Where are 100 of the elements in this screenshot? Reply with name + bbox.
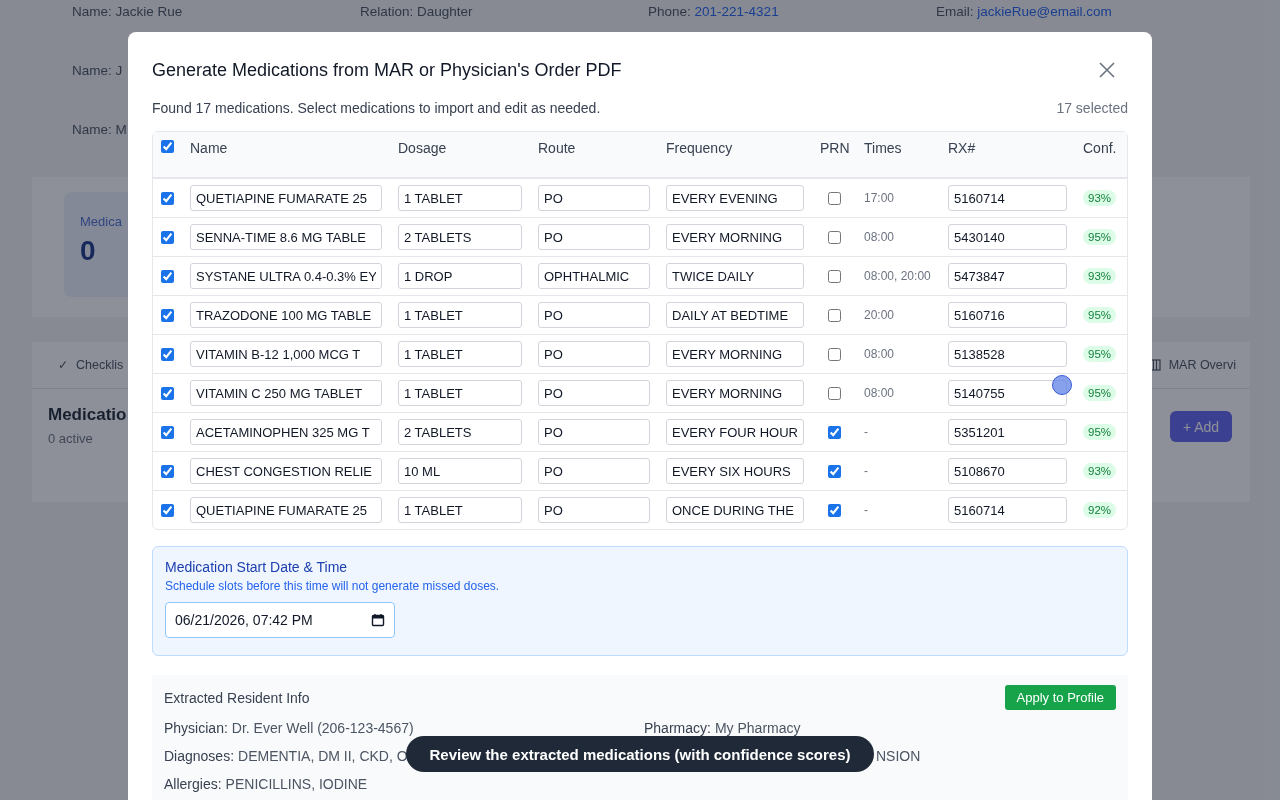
date-time-field[interactable]: 06/21/2026, 07:42 PM bbox=[165, 602, 395, 638]
toast-message: Review the extracted medications (with confidence scores) bbox=[406, 736, 874, 772]
dosage-field[interactable]: 10 ML bbox=[398, 458, 522, 484]
route-field[interactable]: PO bbox=[538, 497, 650, 523]
row-checkbox[interactable] bbox=[161, 308, 174, 322]
column-header: RX# bbox=[947, 140, 977, 156]
name-field[interactable]: CHEST CONGESTION RELIE bbox=[190, 458, 382, 484]
times-text: - bbox=[863, 464, 869, 478]
confidence-badge: 93% bbox=[1083, 463, 1117, 479]
route-field[interactable]: PO bbox=[538, 341, 650, 367]
field-label: Email: bbox=[936, 3, 974, 19]
stat-label: Medica bbox=[80, 214, 122, 229]
name-field[interactable]: QUETIAPINE FUMARATE 25 bbox=[190, 497, 382, 523]
field-value: Jackie Rue bbox=[115, 3, 183, 19]
prn-checkbox[interactable] bbox=[828, 386, 841, 400]
frequency-field[interactable]: DAILY AT BEDTIME bbox=[666, 302, 804, 328]
info-value: NSION bbox=[876, 748, 922, 764]
rx-field[interactable]: 5160716 bbox=[948, 302, 1067, 328]
confidence-badge: 93% bbox=[1083, 268, 1117, 284]
times-text: 08:00 bbox=[863, 230, 896, 244]
name-field[interactable]: ACETAMINOPHEN 325 MG T bbox=[190, 419, 382, 445]
rx-field[interactable]: 5138528 bbox=[948, 341, 1067, 367]
info-value: My Pharmacy bbox=[714, 720, 801, 736]
stat-value: 0 bbox=[80, 235, 96, 267]
dosage-field[interactable]: 1 TABLET bbox=[398, 341, 522, 367]
field-label: Name: bbox=[72, 121, 112, 137]
frequency-field[interactable]: EVERY MORNING bbox=[666, 380, 804, 406]
rx-field[interactable]: 5108670 bbox=[948, 458, 1067, 484]
prn-checkbox[interactable] bbox=[828, 347, 841, 361]
summary-text: Found 17 medications. Select medications to import and edit as needed. bbox=[152, 99, 601, 118]
resident-info-title: Extracted Resident Info bbox=[164, 689, 310, 706]
prn-checkbox[interactable] bbox=[828, 191, 841, 205]
frequency-field[interactable]: EVERY MORNING bbox=[666, 341, 804, 367]
prn-checkbox[interactable] bbox=[828, 230, 841, 244]
row-checkbox[interactable] bbox=[161, 230, 174, 244]
prn-checkbox[interactable] bbox=[828, 308, 841, 322]
route-field[interactable]: PO bbox=[538, 419, 650, 445]
select-all-checkbox[interactable] bbox=[161, 140, 174, 153]
row-checkbox[interactable] bbox=[161, 503, 174, 517]
selected-count: 17 selected bbox=[1056, 99, 1128, 118]
dosage-field[interactable]: 2 TABLETS bbox=[398, 224, 522, 250]
row-checkbox[interactable] bbox=[161, 191, 174, 205]
info-label: Pharmacy: bbox=[644, 720, 711, 736]
frequency-field[interactable]: EVERY SIX HOURS bbox=[666, 458, 804, 484]
dosage-field[interactable]: 1 TABLET bbox=[398, 185, 522, 211]
route-field[interactable]: PO bbox=[538, 224, 650, 250]
route-field[interactable]: PO bbox=[538, 185, 650, 211]
dosage-field[interactable]: 1 TABLET bbox=[398, 497, 522, 523]
name-field[interactable]: QUETIAPINE FUMARATE 25 bbox=[190, 185, 382, 211]
tab[interactable]: ✓ Checklis bbox=[58, 358, 124, 372]
name-field[interactable]: VITAMIN C 250 MG TABLET bbox=[190, 380, 382, 406]
column-header: Conf. bbox=[1082, 140, 1118, 156]
confidence-badge: 93% bbox=[1083, 190, 1117, 206]
close-icon[interactable] bbox=[1098, 60, 1116, 79]
calendar-icon[interactable] bbox=[371, 613, 385, 627]
field-label: Name: bbox=[72, 3, 112, 19]
frequency-field[interactable]: TWICE DAILY bbox=[666, 263, 804, 289]
prn-checkbox[interactable] bbox=[828, 464, 841, 478]
prn-checkbox[interactable] bbox=[828, 269, 841, 283]
name-field[interactable]: SENNA-TIME 8.6 MG TABLE bbox=[190, 224, 382, 250]
row-checkbox[interactable] bbox=[161, 347, 174, 361]
rx-field[interactable]: 5430140 bbox=[948, 224, 1067, 250]
route-field[interactable]: PO bbox=[538, 458, 650, 484]
field-label: Name: bbox=[72, 62, 112, 78]
frequency-field[interactable]: EVERY FOUR HOUR bbox=[666, 419, 804, 445]
info-label: Physician: bbox=[164, 720, 228, 736]
field-label: Phone: bbox=[648, 3, 691, 19]
name-field[interactable]: SYSTANE ULTRA 0.4-0.3% EY bbox=[190, 263, 382, 289]
dosage-field[interactable]: 2 TABLETS bbox=[398, 419, 522, 445]
route-field[interactable]: PO bbox=[538, 302, 650, 328]
frequency-field[interactable]: ONCE DURING THE bbox=[666, 497, 804, 523]
info-label: Allergies: bbox=[164, 776, 222, 792]
times-text: 17:00 bbox=[863, 191, 896, 205]
dosage-field[interactable]: 1 TABLET bbox=[398, 380, 522, 406]
frequency-field[interactable]: EVERY EVENING bbox=[666, 185, 804, 211]
rx-field[interactable]: 5473847 bbox=[948, 263, 1067, 289]
rx-field[interactable]: 5140755 bbox=[948, 380, 1067, 406]
rx-field[interactable]: 5351201 bbox=[948, 419, 1067, 445]
info-value: Dr. Ever Well (206-123-4567) bbox=[231, 720, 414, 736]
column-header: Route bbox=[537, 140, 577, 156]
dosage-field[interactable]: 1 TABLET bbox=[398, 302, 522, 328]
route-field[interactable]: PO bbox=[538, 380, 650, 406]
frequency-field[interactable]: EVERY MORNING bbox=[666, 224, 804, 250]
row-checkbox[interactable] bbox=[161, 425, 174, 439]
rx-field[interactable]: 5160714 bbox=[948, 185, 1067, 211]
prn-checkbox[interactable] bbox=[828, 425, 841, 439]
rx-field[interactable]: 5160714 bbox=[948, 497, 1067, 523]
confidence-badge: 95% bbox=[1083, 307, 1117, 323]
row-checkbox[interactable] bbox=[161, 464, 174, 478]
column-header: PRN bbox=[819, 140, 851, 156]
route-field[interactable]: OPHTHALMIC bbox=[538, 263, 650, 289]
dosage-field[interactable]: 1 DROP bbox=[398, 263, 522, 289]
times-text: 08:00 bbox=[863, 347, 896, 361]
row-checkbox[interactable] bbox=[161, 386, 174, 400]
row-checkbox[interactable] bbox=[161, 269, 174, 283]
name-field[interactable]: VITAMIN B-12 1,000 MCG T bbox=[190, 341, 382, 367]
name-field[interactable]: TRAZODONE 100 MG TABLE bbox=[190, 302, 382, 328]
prn-checkbox[interactable] bbox=[828, 503, 841, 517]
column-header: Frequency bbox=[665, 140, 734, 156]
confidence-badge: 92% bbox=[1083, 502, 1117, 518]
